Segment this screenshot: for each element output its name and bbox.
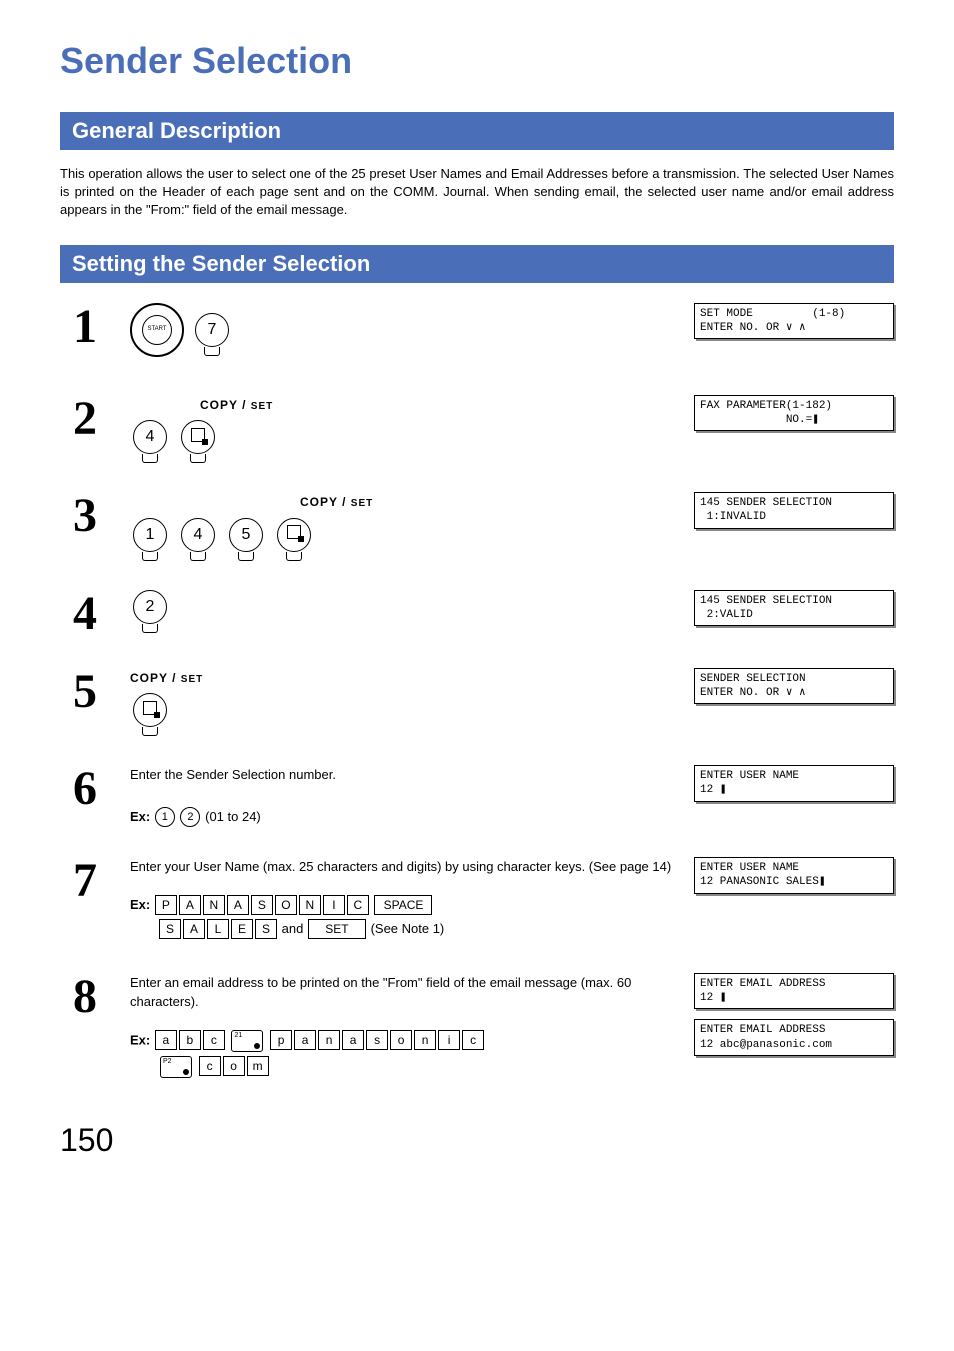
key-2: 2 <box>180 807 200 827</box>
char-key: o <box>390 1030 412 1050</box>
step-1: 1 START 7 SET MODE (1-8) ENTER NO. OR ∨ … <box>60 303 894 365</box>
space-key: SPACE <box>374 895 432 915</box>
and-text: and <box>282 921 307 936</box>
char-key: c <box>199 1056 221 1076</box>
char-key: S <box>251 895 273 915</box>
lcd-step-5: SENDER SELECTION ENTER NO. OR ∨ ∧ <box>694 668 894 705</box>
key-4: 4 <box>133 420 167 454</box>
char-key: A <box>183 919 205 939</box>
step-6: 6 Enter the Sender Selection number. Ex:… <box>60 765 894 827</box>
step-2: 2 COPY / SET 4 FAX PARAMETER(1-182) NO.=… <box>60 395 894 463</box>
step-number: 4 <box>60 590 110 638</box>
lcd-step-1: SET MODE (1-8) ENTER NO. OR ∨ ∧ <box>694 303 894 340</box>
step-8-text: Enter an email address to be printed on … <box>130 973 674 1012</box>
step-4: 4 2 145 SENDER SELECTION 2:VALID <box>60 590 894 638</box>
char-key: a <box>155 1030 177 1050</box>
char-key: O <box>275 895 297 915</box>
key-4: 4 <box>181 518 215 552</box>
lcd-step-2: FAX PARAMETER(1-182) NO.=❚ <box>694 395 894 432</box>
step-7: 7 Enter your User Name (max. 25 characte… <box>60 857 894 943</box>
char-key: A <box>227 895 249 915</box>
lcd-step-8b: ENTER EMAIL ADDRESS 12 abc@panasonic.com <box>694 1019 894 1056</box>
char-key: n <box>414 1030 436 1050</box>
at-icon <box>254 1043 260 1049</box>
char-key: s <box>366 1030 388 1050</box>
char-key: L <box>207 919 229 939</box>
step-8: 8 Enter an email address to be printed o… <box>60 973 894 1082</box>
step-5: 5 COPY / SET SENDER SELECTION ENTER NO. … <box>60 668 894 736</box>
lcd-step-8a: ENTER EMAIL ADDRESS 12 ❚ <box>694 973 894 1010</box>
step-7-text: Enter your User Name (max. 25 characters… <box>130 857 674 877</box>
char-key: N <box>299 895 321 915</box>
key-1: 1 <box>155 807 175 827</box>
example-suffix: (01 to 24) <box>205 809 261 824</box>
set-key: SET <box>308 919 366 939</box>
char-key: o <box>223 1056 245 1076</box>
copy-set-label: COPY / SET <box>200 398 273 412</box>
page-title: Sender Selection <box>60 40 894 82</box>
step-number: 2 <box>60 395 110 443</box>
char-key: P <box>155 895 177 915</box>
page-number: 150 <box>60 1122 894 1159</box>
char-key: m <box>247 1056 269 1076</box>
step-number: 1 <box>60 303 110 351</box>
set-key-icon <box>181 420 215 454</box>
note-ref: (See Note 1) <box>371 921 445 936</box>
step-3: 3 COPY / SET 1 4 5 145 SENDER SELECTION … <box>60 492 894 560</box>
lcd-step-3: 145 SENDER SELECTION 1:INVALID <box>694 492 894 529</box>
char-key: c <box>462 1030 484 1050</box>
char-key: a <box>342 1030 364 1050</box>
mode-key-p2: P2 <box>160 1056 192 1078</box>
char-key: C <box>347 895 369 915</box>
general-description-body: This operation allows the user to select… <box>60 165 894 220</box>
mode-key-21: 21 <box>231 1030 263 1052</box>
lcd-step-6: ENTER USER NAME 12 ❚ <box>694 765 894 802</box>
set-key-icon <box>277 518 311 552</box>
section-setting-sender-selection: Setting the Sender Selection <box>60 245 894 283</box>
step-number: 8 <box>60 973 110 1021</box>
char-key: p <box>270 1030 292 1050</box>
set-key-icon <box>133 693 167 727</box>
lcd-step-7: ENTER USER NAME 12 PANASONIC SALES❚ <box>694 857 894 894</box>
step-6-text: Enter the Sender Selection number. <box>130 765 674 785</box>
example-label: Ex: <box>130 897 150 912</box>
key-1: 1 <box>133 518 167 552</box>
section-general-description: General Description <box>60 112 894 150</box>
char-key: E <box>231 919 253 939</box>
step-number: 7 <box>60 857 110 905</box>
lcd-step-4: 145 SENDER SELECTION 2:VALID <box>694 590 894 627</box>
char-key: I <box>323 895 345 915</box>
char-key: a <box>294 1030 316 1050</box>
copy-set-label: COPY / SET <box>130 671 203 685</box>
char-key: n <box>318 1030 340 1050</box>
char-key: i <box>438 1030 460 1050</box>
char-key: c <box>203 1030 225 1050</box>
char-key: N <box>203 895 225 915</box>
key-7: 7 <box>195 313 229 347</box>
key-2: 2 <box>133 590 167 624</box>
char-key: S <box>159 919 181 939</box>
char-key: S <box>255 919 277 939</box>
example-label: Ex: <box>130 809 150 824</box>
char-key: b <box>179 1030 201 1050</box>
copy-set-label: COPY / SET <box>300 495 373 509</box>
step-number: 3 <box>60 492 110 540</box>
key-5: 5 <box>229 518 263 552</box>
char-key: A <box>179 895 201 915</box>
step-number: 5 <box>60 668 110 716</box>
example-label: Ex: <box>130 1032 150 1047</box>
function-dial-icon: START <box>130 303 184 357</box>
dot-icon <box>183 1069 189 1075</box>
step-number: 6 <box>60 765 110 813</box>
